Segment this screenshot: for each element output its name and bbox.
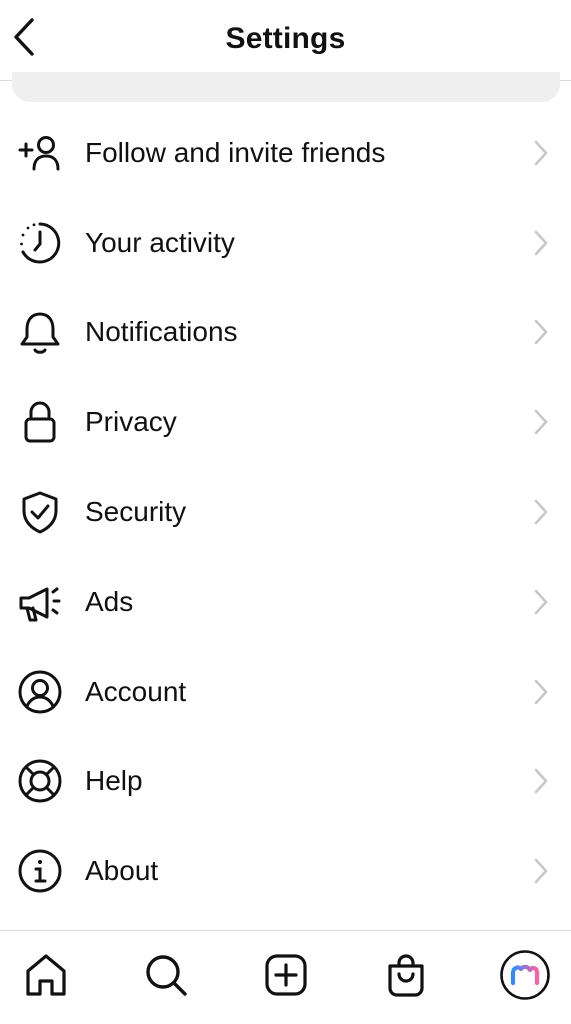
chevron-right-icon [531,407,551,437]
menu-item-security[interactable]: Security [0,467,571,557]
menu-item-label: Account [85,675,187,707]
menu-item-label: Privacy [85,406,177,438]
menu-item-follow-invite[interactable]: Follow and invite friends [0,108,571,198]
account-circle-icon [16,668,64,716]
chevron-right-icon [531,228,551,258]
shop-bag-icon [382,951,430,1004]
tab-search[interactable] [138,949,194,1005]
menu-item-about[interactable]: About [0,826,571,916]
bell-icon [16,308,64,356]
chevron-right-icon [531,677,551,707]
lifebuoy-icon [16,757,64,805]
menu-item-your-activity[interactable]: Your activity [0,198,571,288]
search-icon [142,951,190,1004]
megaphone-icon [16,578,64,626]
menu-item-label: Security [85,496,187,528]
menu-item-notifications[interactable]: Notifications [0,288,571,378]
chevron-right-icon [531,856,551,886]
menu-item-label: Help [85,765,143,797]
menu-item-account[interactable]: Account [0,647,571,737]
menu-item-privacy[interactable]: Privacy [0,377,571,467]
shield-check-icon [16,488,64,536]
menu-item-label: About [85,855,159,887]
chevron-right-icon [531,497,551,527]
settings-menu: Follow and invite friends Your activity [0,108,571,916]
tab-home[interactable] [18,949,74,1005]
header-bar: Settings [0,0,571,81]
search-bar[interactable] [12,72,560,102]
menu-item-label: Your activity [85,226,235,258]
menu-item-help[interactable]: Help [0,737,571,827]
chevron-right-icon [531,317,551,347]
add-person-icon [16,129,64,177]
profile-avatar-icon [499,949,551,1006]
create-plus-icon [262,951,310,1004]
chevron-right-icon [531,587,551,617]
chevron-right-icon [531,138,551,168]
home-icon [22,951,70,1004]
tab-profile[interactable] [497,949,553,1005]
menu-item-label: Ads [85,585,134,617]
tab-shop[interactable] [378,949,434,1005]
menu-item-ads[interactable]: Ads [0,557,571,647]
page-title: Settings [225,22,346,55]
lock-icon [16,398,64,446]
menu-item-label: Follow and invite friends [85,136,386,168]
info-icon [16,847,64,895]
bottom-tab-bar [0,930,571,1024]
chevron-right-icon [531,766,551,796]
activity-clock-icon [16,219,64,267]
menu-item-label: Notifications [85,316,238,348]
tab-create[interactable] [258,949,314,1005]
